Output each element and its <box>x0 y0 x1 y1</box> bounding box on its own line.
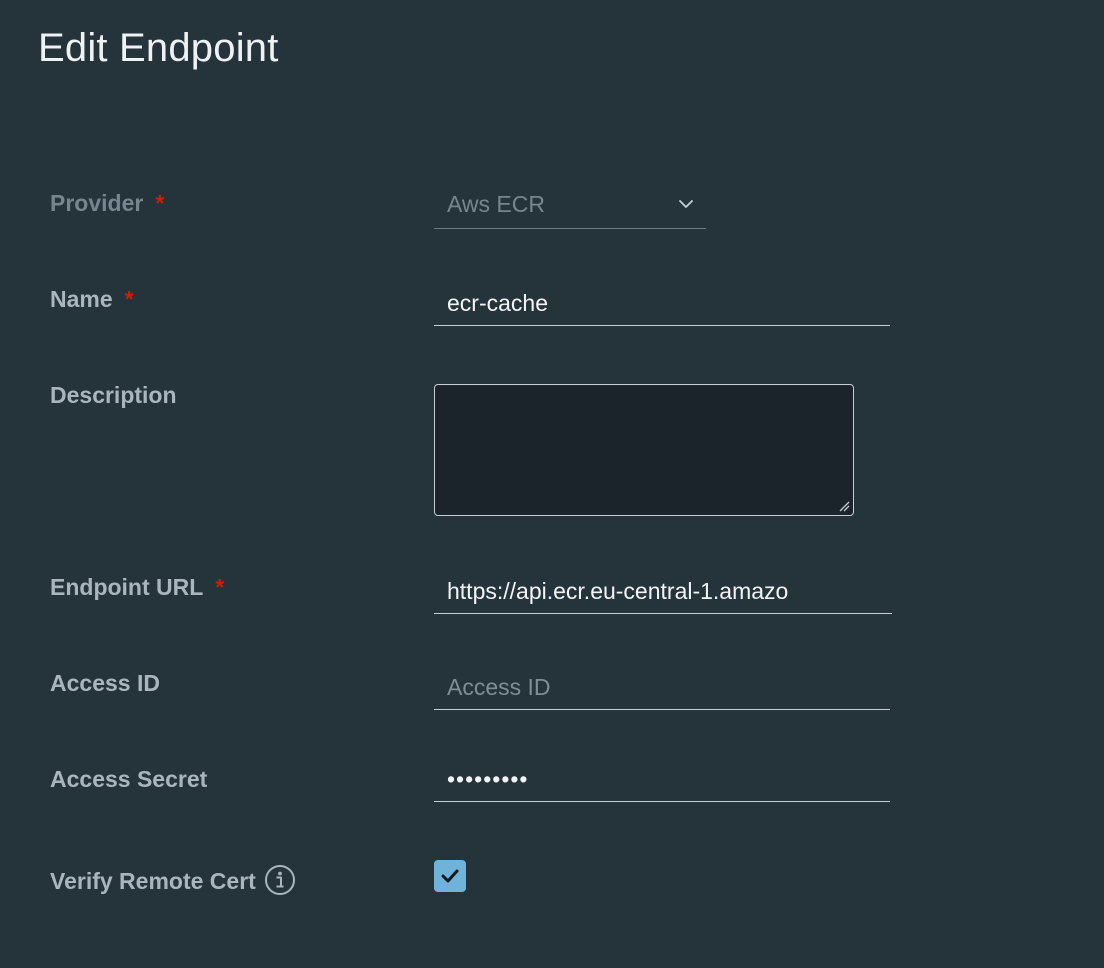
endpoint-url-field[interactable] <box>434 570 892 614</box>
endpoint-url-label-text: Endpoint URL <box>50 574 204 600</box>
provider-label: Provider * <box>50 189 164 217</box>
checkmark-icon <box>441 869 459 883</box>
verify-remote-cert-label: Verify Remote Cert <box>50 864 296 899</box>
endpoint-url-label: Endpoint URL * <box>50 573 224 601</box>
info-circle-icon[interactable] <box>264 864 296 896</box>
verify-remote-cert-checkbox[interactable] <box>434 860 466 892</box>
name-input[interactable] <box>434 282 890 325</box>
access-secret-field[interactable] <box>434 758 890 802</box>
required-asterisk: * <box>155 190 165 216</box>
endpoint-url-input[interactable] <box>434 570 892 613</box>
provider-select-value: Aws ECR <box>447 191 545 217</box>
name-label-text: Name <box>50 286 113 312</box>
name-label: Name * <box>50 285 134 313</box>
provider-select[interactable]: Aws ECR <box>434 183 706 229</box>
access-id-input[interactable] <box>434 666 890 709</box>
access-secret-label-text: Access Secret <box>50 766 208 792</box>
access-id-field[interactable] <box>434 666 890 710</box>
resize-handle-icon[interactable] <box>838 500 850 512</box>
access-secret-input[interactable] <box>434 758 890 801</box>
page-title: Edit Endpoint <box>38 26 279 70</box>
name-field[interactable] <box>434 282 890 326</box>
description-label: Description <box>50 381 177 409</box>
access-id-label: Access ID <box>50 669 160 697</box>
required-asterisk: * <box>124 286 134 312</box>
access-id-label-text: Access ID <box>50 670 160 696</box>
description-label-text: Description <box>50 382 177 408</box>
required-asterisk: * <box>215 574 225 600</box>
chevron-down-icon <box>679 200 693 208</box>
description-input[interactable] <box>435 385 853 515</box>
access-secret-label: Access Secret <box>50 765 207 793</box>
description-textarea[interactable] <box>434 384 854 516</box>
verify-remote-cert-label-text: Verify Remote Cert <box>50 868 256 895</box>
provider-label-text: Provider <box>50 190 144 216</box>
